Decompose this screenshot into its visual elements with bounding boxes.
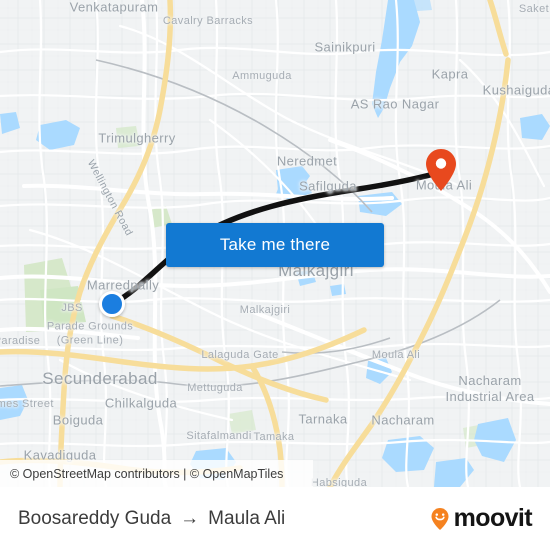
- origin-dot[interactable]: [99, 291, 125, 317]
- route-origin-label: Boosareddy Guda: [18, 507, 172, 529]
- moovit-wordmark: moovit: [453, 504, 533, 532]
- map-attribution: © OpenStreetMap contributors | © OpenMap…: [0, 460, 313, 487]
- attribution-text: © OpenStreetMap contributors | © OpenMap…: [10, 466, 284, 481]
- route-destination-label: Maula Ali: [208, 507, 286, 529]
- moovit-pin-icon: [431, 507, 449, 530]
- map-pin-icon: [426, 149, 456, 191]
- arrow-right-icon: →: [180, 508, 200, 529]
- route-summary: Boosareddy Guda → Maula Ali: [18, 508, 285, 530]
- map-canvas[interactable]: Venkatapuram Cavalry Barracks Sainikpuri Sa…: [0, 0, 550, 487]
- footer-bar: Boosareddy Guda → Maula Ali moovit: [0, 487, 550, 550]
- moovit-logo: moovit: [427, 504, 533, 532]
- take-me-there-button[interactable]: Take me there: [166, 223, 384, 267]
- destination-pin[interactable]: [425, 148, 457, 192]
